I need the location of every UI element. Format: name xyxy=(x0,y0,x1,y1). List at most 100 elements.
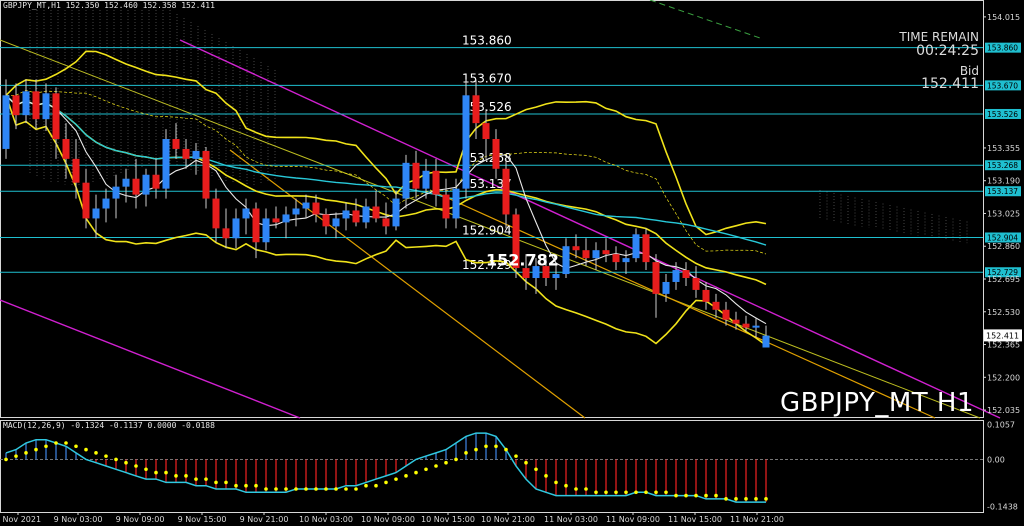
level-axis-text: 153.137 xyxy=(987,187,1018,196)
macd-signal-dot xyxy=(134,464,138,468)
symbol-label: GBPJPY_MT H1 xyxy=(780,388,974,418)
candle-body xyxy=(692,278,700,290)
candle-body xyxy=(452,188,460,219)
candle-body xyxy=(322,214,330,227)
macd-signal-dot xyxy=(14,454,18,458)
candle-body xyxy=(372,206,380,219)
green-dashed-line xyxy=(649,0,761,39)
x-tick-label: 9 Nov 21:00 xyxy=(240,515,289,524)
macd-signal-dot xyxy=(494,444,498,449)
candle-body xyxy=(702,289,710,302)
level-axis-text: 152.904 xyxy=(987,233,1018,242)
price-chart[interactable]: 153.860153.860153.670153.670153.526153.5… xyxy=(0,0,1024,526)
time-remain-label: TIME REMAIN xyxy=(899,30,979,44)
candle-body xyxy=(302,202,310,209)
macd-signal-dot xyxy=(274,487,278,491)
macd-signal-dot xyxy=(284,487,288,491)
y-tick-label: 152.035 xyxy=(987,406,1020,415)
candle-body xyxy=(182,148,190,159)
y-tick-label: 152.530 xyxy=(987,308,1020,317)
candle-body xyxy=(362,206,370,223)
bid-value: 152.411 xyxy=(921,76,979,92)
current-price-text: 152.411 xyxy=(986,331,1019,340)
candle-body xyxy=(102,198,110,209)
candle-body xyxy=(332,218,340,227)
macd-signal-dot xyxy=(424,467,428,472)
candle-body xyxy=(762,335,770,348)
macd-signal-dot xyxy=(474,447,478,452)
x-tick-label: 11 Nov 15:00 xyxy=(668,515,722,524)
level-label: 153.860 xyxy=(462,34,512,48)
x-tick-label: 9 Nov 15:00 xyxy=(178,515,227,524)
candle-body xyxy=(172,139,180,149)
macd-signal-dot xyxy=(514,454,518,458)
candle-body xyxy=(732,319,740,324)
macd-signal-dot xyxy=(594,490,598,495)
candle-body xyxy=(572,246,580,251)
candle-body xyxy=(632,234,640,259)
candle-body xyxy=(672,270,680,282)
macd-signal-dot xyxy=(484,444,488,449)
main-panel-frame xyxy=(0,0,984,418)
y-tick-label: 152.200 xyxy=(987,373,1020,382)
candle-body xyxy=(42,93,50,120)
candle-body xyxy=(72,158,80,183)
macd-signal-dot xyxy=(764,497,768,501)
macd-signal-dot xyxy=(524,460,528,465)
y-tick-label: 152.860 xyxy=(987,242,1020,251)
candle-body xyxy=(222,228,230,239)
macd-signal-dot xyxy=(464,451,468,455)
macd-signal-dot xyxy=(554,480,558,485)
macd-signal-dot xyxy=(324,487,328,491)
macd-signal-dot xyxy=(244,483,248,488)
macd-signal-dot xyxy=(654,490,658,495)
candle-body xyxy=(152,174,160,189)
candle-body xyxy=(612,254,620,263)
candle-body xyxy=(402,162,410,199)
candle-body xyxy=(2,95,10,149)
candle-body xyxy=(292,208,300,215)
candle-body xyxy=(12,95,20,116)
candle-body xyxy=(312,202,320,215)
macd-signal-dot xyxy=(684,493,688,498)
macd-signal-dot xyxy=(444,460,448,465)
time-remain-value: 00:24:25 xyxy=(916,43,979,59)
macd-y-tick-label: -0.1438 xyxy=(987,503,1018,512)
macd-signal-dot xyxy=(754,497,758,501)
macd-signal-dot xyxy=(24,451,28,455)
candle-body xyxy=(352,210,360,223)
macd-signal-dot xyxy=(184,474,188,478)
level-axis-text: 153.268 xyxy=(987,161,1018,170)
y-tick-label: 154.015 xyxy=(987,13,1020,22)
candle-body xyxy=(592,250,600,259)
candle-body xyxy=(212,198,220,229)
macd-signal-dot xyxy=(414,470,418,475)
candle-body xyxy=(722,309,730,320)
macd-signal-dot xyxy=(204,477,208,481)
macd-signal-dot xyxy=(504,447,508,452)
macd-signal-dot xyxy=(334,487,338,491)
candle-body xyxy=(432,170,440,195)
candle-body xyxy=(82,182,90,219)
candle-body xyxy=(242,208,250,219)
candle-body xyxy=(682,270,690,278)
candle-body xyxy=(122,178,130,187)
candle-body xyxy=(202,150,210,199)
macd-signal-dot xyxy=(304,487,308,491)
macd-signal-dot xyxy=(104,454,108,458)
macd-signal-dot xyxy=(164,470,168,475)
x-tick-label: 10 Nov 09:00 xyxy=(361,515,415,524)
candle-body xyxy=(192,150,200,159)
level-label: 152.904 xyxy=(462,223,512,237)
candle-body xyxy=(32,91,40,120)
macd-signal-dot xyxy=(744,497,748,501)
macd-signal-dot xyxy=(604,490,608,495)
macd-info: MACD(12,26,9) -0.1324 -0.1137 0.0000 -0.… xyxy=(3,421,215,430)
candle-body xyxy=(272,218,280,223)
macd-signal-dot xyxy=(144,467,148,472)
macd-signal-dot xyxy=(734,497,738,501)
macd-signal-dot xyxy=(724,497,728,501)
macd-signal-dot xyxy=(44,444,48,449)
macd-signal-dot xyxy=(534,467,538,472)
candle-body xyxy=(442,194,450,219)
